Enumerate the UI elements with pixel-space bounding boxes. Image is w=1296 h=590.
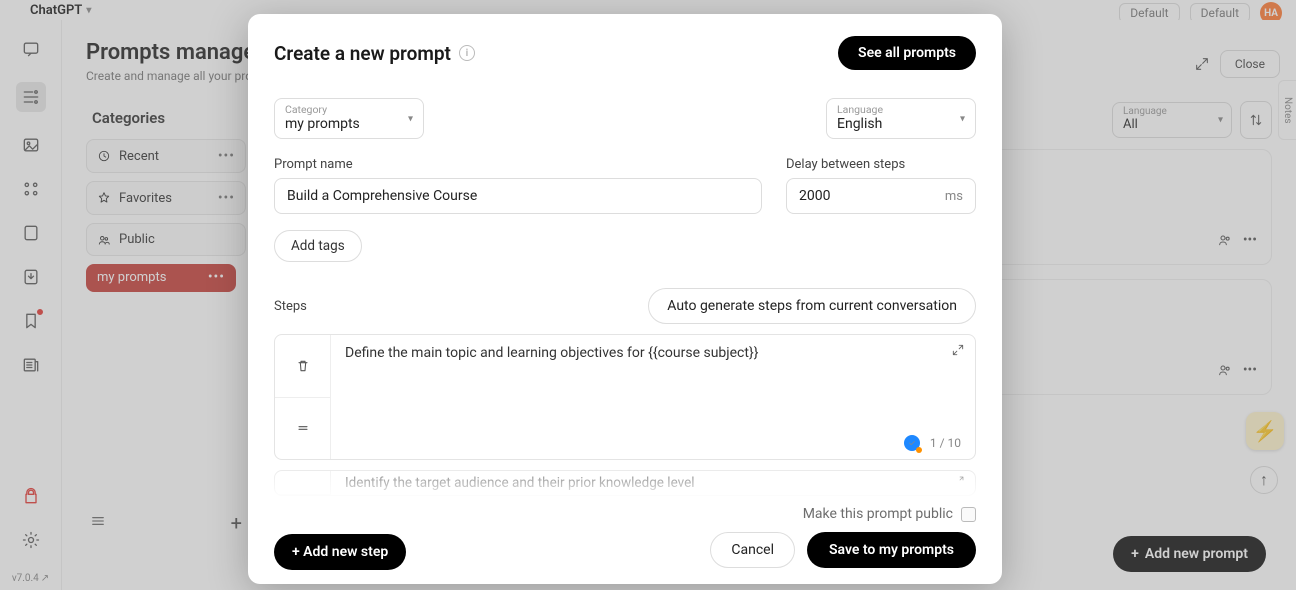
category-select-value: my prompts <box>285 116 413 132</box>
delay-field: Delay between steps 2000 ms <box>786 157 976 214</box>
make-public-checkbox[interactable] <box>961 507 976 522</box>
prompt-name-label: Prompt name <box>274 157 762 172</box>
delay-label: Delay between steps <box>786 157 976 172</box>
create-prompt-modal: Create a new prompt i See all prompts Ca… <box>248 14 1002 584</box>
language-select[interactable]: Language English ▾ <box>826 98 976 139</box>
step-text-input[interactable]: Define the main topic and learning objec… <box>345 345 931 361</box>
delete-step-button[interactable] <box>275 335 330 398</box>
prompt-name-input[interactable]: Build a Comprehensive Course <box>274 178 762 214</box>
auto-generate-button[interactable]: Auto generate steps from current convers… <box>648 288 976 324</box>
make-public-row: Make this prompt public <box>274 506 976 522</box>
category-select-label: Category <box>285 103 413 116</box>
step-item: Define the main topic and learning objec… <box>274 334 976 460</box>
chevron-down-icon: ▾ <box>408 113 413 124</box>
grammar-badge-icon[interactable] <box>904 435 920 451</box>
see-all-prompts-button[interactable]: See all prompts <box>838 36 976 70</box>
delay-input[interactable]: 2000 ms <box>786 178 976 214</box>
fade-gradient <box>274 460 976 500</box>
prompt-name-value: Build a Comprehensive Course <box>287 188 477 204</box>
add-step-button[interactable]: + Add new step <box>274 534 406 570</box>
steps-label: Steps <box>274 299 307 314</box>
chevron-down-icon: ▾ <box>960 113 965 124</box>
drag-step-handle[interactable] <box>275 398 330 460</box>
cancel-button[interactable]: Cancel <box>710 532 795 568</box>
prompt-name-field: Prompt name Build a Comprehensive Course <box>274 157 762 214</box>
step-counter: 1 / 10 <box>904 435 961 451</box>
expand-step-icon[interactable] <box>951 343 965 360</box>
modal-title: Create a new prompt i <box>274 42 475 65</box>
category-select[interactable]: Category my prompts ▾ <box>274 98 424 139</box>
steps-area: Define the main topic and learning objec… <box>274 334 976 524</box>
make-public-label: Make this prompt public <box>803 506 953 522</box>
info-icon[interactable]: i <box>459 45 475 61</box>
language-select-value: English <box>837 116 965 132</box>
language-select-label: Language <box>837 103 965 116</box>
delay-unit: ms <box>945 189 963 204</box>
add-tags-button[interactable]: Add tags <box>274 230 362 262</box>
delay-value: 2000 <box>799 188 830 204</box>
save-button[interactable]: Save to my prompts <box>807 532 976 568</box>
